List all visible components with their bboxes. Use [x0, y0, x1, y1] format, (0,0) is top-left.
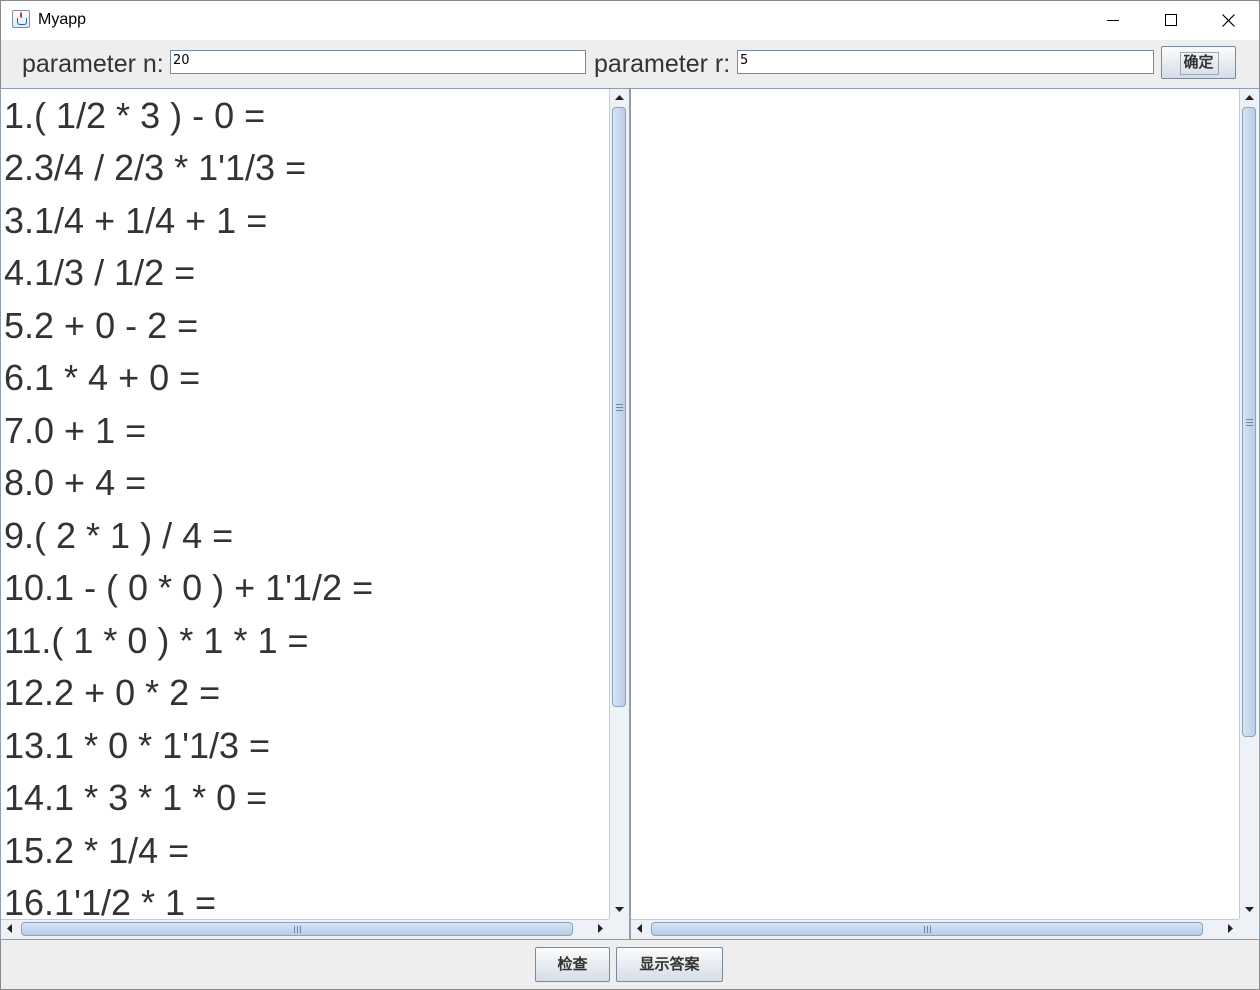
- scrollbar-corner: [609, 919, 629, 939]
- question-line: 12.2 + 0 * 2 =: [4, 672, 221, 713]
- confirm-button[interactable]: 确定: [1161, 46, 1236, 79]
- questions-scroll-pane[interactable]: 1.( 1/2 * 3 ) - 0 = 2.3/4 / 2/3 * 1'1/3 …: [0, 88, 630, 940]
- question-line: 16.1'1/2 * 1 =: [4, 882, 217, 920]
- question-line: 10.1 - ( 0 * 0 ) + 1'1/2 =: [4, 567, 374, 608]
- question-line: 1.( 1/2 * 3 ) - 0 =: [4, 95, 266, 136]
- question-line: 5.2 + 0 - 2 =: [4, 305, 199, 346]
- scroll-left-button[interactable]: [1, 920, 19, 938]
- question-line: 4.1/3 / 1/2 =: [4, 252, 196, 293]
- answers-text-area[interactable]: [631, 89, 1239, 919]
- minimize-button[interactable]: [1085, 1, 1142, 40]
- parameter-r-input[interactable]: 5: [737, 50, 1154, 74]
- scroll-up-button[interactable]: [610, 89, 628, 107]
- grip-icon: [616, 404, 623, 411]
- grip-icon: [924, 926, 931, 933]
- parameter-r-label: parameter r:: [594, 50, 731, 78]
- window-title: Myapp: [38, 11, 87, 28]
- scroll-down-button[interactable]: [1240, 901, 1258, 919]
- scroll-down-button[interactable]: [610, 901, 628, 919]
- questions-text-area[interactable]: 1.( 1/2 * 3 ) - 0 = 2.3/4 / 2/3 * 1'1/3 …: [1, 89, 609, 920]
- arrow-down-icon: [615, 907, 624, 912]
- title-bar[interactable]: Myapp: [1, 1, 1259, 40]
- vertical-scroll-thumb[interactable]: [612, 107, 626, 707]
- grip-icon: [1246, 419, 1253, 426]
- question-line: 11.( 1 * 0 ) * 1 * 1 =: [4, 620, 309, 661]
- answers-horizontal-scrollbar[interactable]: [631, 919, 1239, 939]
- close-button[interactable]: [1200, 1, 1257, 40]
- answers-vertical-scrollbar[interactable]: [1239, 89, 1259, 919]
- show-answer-button[interactable]: 显示答案: [616, 947, 723, 982]
- maximize-icon: [1165, 14, 1177, 26]
- arrow-right-icon: [1228, 924, 1233, 933]
- close-icon: [1222, 14, 1235, 27]
- scrollbar-corner: [1239, 919, 1259, 939]
- question-line: 15.2 * 1/4 =: [4, 830, 190, 871]
- arrow-up-icon: [615, 95, 624, 100]
- horizontal-scroll-thumb[interactable]: [651, 922, 1203, 936]
- questions-horizontal-scrollbar[interactable]: [1, 919, 609, 939]
- question-line: 14.1 * 3 * 1 * 0 =: [4, 777, 268, 818]
- question-line: 13.1 * 0 * 1'1/3 =: [4, 725, 271, 766]
- question-line: 9.( 2 * 1 ) / 4 =: [4, 515, 234, 556]
- scroll-right-button[interactable]: [591, 920, 609, 938]
- arrow-left-icon: [7, 924, 12, 933]
- focus-indicator: [1180, 52, 1219, 75]
- minimize-icon: [1107, 20, 1119, 21]
- java-cup-icon: [12, 10, 30, 28]
- arrow-left-icon: [637, 924, 642, 933]
- question-line: 3.1/4 + 1/4 + 1 =: [4, 200, 268, 241]
- question-line: 2.3/4 / 2/3 * 1'1/3 =: [4, 147, 307, 188]
- question-line: 8.0 + 4 =: [4, 462, 147, 503]
- arrow-down-icon: [1245, 907, 1254, 912]
- parameter-n-input[interactable]: 20: [170, 50, 586, 74]
- arrow-up-icon: [1245, 95, 1254, 100]
- arrow-right-icon: [598, 924, 603, 933]
- answers-scroll-pane[interactable]: [630, 88, 1260, 940]
- check-button[interactable]: 检查: [535, 947, 610, 982]
- scroll-left-button[interactable]: [631, 920, 649, 938]
- scroll-up-button[interactable]: [1240, 89, 1258, 107]
- vertical-scroll-thumb[interactable]: [1242, 107, 1256, 737]
- scroll-right-button[interactable]: [1221, 920, 1239, 938]
- horizontal-scroll-thumb[interactable]: [21, 922, 573, 936]
- question-line: 7.0 + 1 =: [4, 410, 147, 451]
- parameter-n-label: parameter n:: [22, 50, 164, 78]
- questions-vertical-scrollbar[interactable]: [609, 89, 629, 919]
- grip-icon: [294, 926, 301, 933]
- question-line: 6.1 * 4 + 0 =: [4, 357, 201, 398]
- maximize-button[interactable]: [1142, 1, 1199, 40]
